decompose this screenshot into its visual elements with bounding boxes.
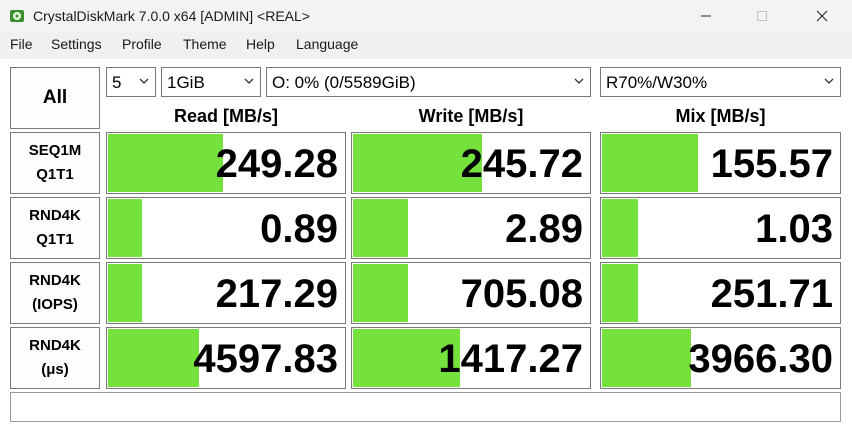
- result-bar: [602, 264, 639, 322]
- close-button[interactable]: [799, 0, 845, 32]
- column-header-mix: Mix [MB/s]: [675, 106, 766, 126]
- result-value: 251.71: [710, 272, 833, 316]
- result-cell-write: 245.72: [351, 132, 591, 194]
- test-count-select[interactable]: 5: [106, 67, 156, 97]
- result-value: 2.89: [505, 207, 583, 251]
- title-bar: CrystalDiskMark 7.0.0 x64 [ADMIN] <REAL>: [0, 0, 852, 32]
- result-value: 245.72: [460, 142, 583, 186]
- result-value: 155.57: [710, 142, 833, 186]
- window-title: CrystalDiskMark 7.0.0 x64 [ADMIN] <REAL>: [33, 8, 310, 24]
- mix-ratio-value: R70%/W30%: [606, 73, 708, 92]
- row-button-seq1m-q1t1[interactable]: SEQ1M Q1T1: [10, 132, 100, 194]
- menu-theme[interactable]: Theme: [183, 36, 227, 52]
- column-header-write: Write [MB/s]: [418, 106, 524, 126]
- result-value: 217.29: [215, 272, 338, 316]
- row-label-line2: Q1T1: [36, 231, 74, 248]
- menu-language[interactable]: Language: [296, 36, 358, 52]
- minimize-button[interactable]: [683, 0, 729, 32]
- row-button-rnd4k-q1t1[interactable]: RND4K Q1T1: [10, 197, 100, 259]
- result-value: 705.08: [460, 272, 583, 316]
- maximize-icon: [757, 11, 767, 21]
- test-count-value: 5: [112, 73, 122, 92]
- menu-settings[interactable]: Settings: [51, 36, 102, 52]
- result-cell-write: 705.08: [351, 262, 591, 324]
- row-button-rnd4k-latency[interactable]: RND4K (μs): [10, 327, 100, 389]
- minimize-icon: [701, 15, 711, 17]
- menu-bar: File Settings Profile Theme Help Languag…: [0, 33, 852, 57]
- close-icon: [816, 10, 828, 22]
- test-size-select[interactable]: 1GiB: [161, 67, 261, 97]
- result-value: 4597.83: [193, 337, 338, 381]
- row-label-line2: Q1T1: [36, 166, 74, 183]
- result-bar: [108, 264, 142, 322]
- result-bar: [353, 264, 409, 322]
- result-bar: [353, 199, 409, 257]
- result-cell-read: 249.28: [106, 132, 346, 194]
- row-label-line1: SEQ1M: [28, 142, 82, 159]
- result-cell-mix: 155.57: [600, 132, 841, 194]
- drive-select[interactable]: O: 0% (0/5589GiB): [266, 67, 591, 97]
- row-button-rnd4k-iops[interactable]: RND4K (IOPS): [10, 262, 100, 324]
- drive-value: O: 0% (0/5589GiB): [272, 73, 416, 92]
- row-label-line1: RND4K: [29, 207, 81, 224]
- chevron-down-icon: [824, 78, 834, 84]
- result-bar: [602, 199, 639, 257]
- menu-help[interactable]: Help: [246, 36, 275, 52]
- chevron-down-icon: [139, 78, 149, 84]
- menu-file[interactable]: File: [10, 36, 33, 52]
- column-header-read: Read [MB/s]: [173, 106, 278, 126]
- result-bar: [108, 199, 142, 257]
- result-cell-mix: 1.03: [600, 197, 841, 259]
- result-cell-write: 2.89: [351, 197, 591, 259]
- result-bar: [602, 134, 698, 192]
- result-value: 249.28: [215, 142, 338, 186]
- row-label-line1: RND4K: [29, 272, 81, 289]
- menu-profile[interactable]: Profile: [122, 36, 162, 52]
- result-cell-write: 1417.27: [351, 327, 591, 389]
- row-label-line1: RND4K: [29, 337, 81, 354]
- run-all-button[interactable]: All: [10, 67, 100, 129]
- result-cell-mix: 3966.30: [600, 327, 841, 389]
- result-cell-read: 0.89: [106, 197, 346, 259]
- comment-field[interactable]: [10, 392, 841, 422]
- result-value: 0.89: [260, 207, 338, 251]
- mix-ratio-select[interactable]: R70%/W30%: [600, 67, 841, 97]
- result-value: 3966.30: [688, 337, 833, 381]
- chevron-down-icon: [574, 78, 584, 84]
- result-bar: [108, 134, 223, 192]
- maximize-button[interactable]: [739, 0, 785, 32]
- chevron-down-icon: [244, 78, 254, 84]
- result-bar: [108, 329, 199, 387]
- result-cell-read: 4597.83: [106, 327, 346, 389]
- row-label-line2: (IOPS): [32, 296, 78, 313]
- result-cell-mix: 251.71: [600, 262, 841, 324]
- result-value: 1417.27: [438, 337, 583, 381]
- app-disk-icon: [10, 10, 24, 22]
- result-cell-read: 217.29: [106, 262, 346, 324]
- result-value: 1.03: [755, 207, 833, 251]
- result-bar: [602, 329, 691, 387]
- row-label-line2: (μs): [41, 361, 69, 378]
- test-size-value: 1GiB: [167, 73, 205, 92]
